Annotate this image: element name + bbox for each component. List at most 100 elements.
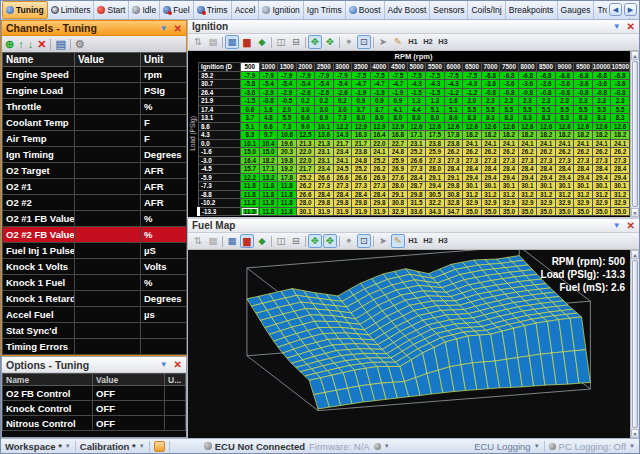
rpm-column-header[interactable]: 7500: [500, 63, 519, 72]
ignition-cell[interactable]: 8.3: [500, 114, 519, 123]
ignition-cell[interactable]: -7.5: [389, 71, 408, 80]
ignition-cell[interactable]: 26.2: [611, 148, 630, 157]
ignition-cell[interactable]: 12.2: [333, 122, 352, 131]
options-column-header[interactable]: Name: [3, 374, 93, 386]
channel-row[interactable]: Throttle%: [3, 99, 187, 115]
add-icon[interactable]: ⊕: [5, 38, 14, 50]
ignition-cell[interactable]: 28.7: [407, 182, 426, 191]
ignition-cell[interactable]: 27.3: [407, 165, 426, 174]
ignition-cell[interactable]: 23.8: [426, 139, 445, 148]
rpm-column-header[interactable]: 1500: [278, 63, 297, 72]
ignition-cell[interactable]: 18.2: [500, 131, 519, 140]
ignition-cell[interactable]: 13.6: [315, 131, 334, 140]
ignition-cell[interactable]: 24.1: [463, 139, 482, 148]
ignition-cell[interactable]: 12.6: [426, 122, 445, 131]
ignition-cell[interactable]: 6.6: [259, 122, 278, 131]
ignition-cell[interactable]: 30.1: [518, 182, 537, 191]
ignition-cell[interactable]: -6.8: [500, 71, 519, 80]
ignition-cell[interactable]: -4.3: [463, 80, 482, 89]
ignition-cell[interactable]: 24.1: [592, 139, 611, 148]
ignition-cell[interactable]: -3.6: [574, 80, 593, 89]
h2-button[interactable]: H2: [421, 234, 435, 248]
ignition-cell[interactable]: 35.0: [463, 207, 482, 216]
ignition-cell[interactable]: 26.2: [592, 148, 611, 157]
ignition-cell[interactable]: 26.6: [315, 173, 334, 182]
rpm-column-header[interactable]: 7000: [481, 63, 500, 72]
ignition-cell[interactable]: 2.3: [555, 97, 574, 106]
ignition-cell[interactable]: -1.9: [352, 88, 371, 97]
ignition-cell[interactable]: 14.3: [333, 131, 352, 140]
ignition-cell[interactable]: 31.2: [518, 190, 537, 199]
scroll-down-icon[interactable]: ▼: [631, 208, 639, 217]
ignition-cell[interactable]: 31.9: [333, 207, 352, 216]
ignition-cell[interactable]: 12.6: [463, 122, 482, 131]
option-row[interactable]: Knock ControlOFF: [3, 401, 186, 416]
ignition-cell[interactable]: 11.8: [259, 182, 278, 191]
load-row-header[interactable]: 0.0: [199, 139, 241, 148]
ignition-cell[interactable]: 21.3: [296, 139, 315, 148]
ignition-cell[interactable]: 24.1: [518, 139, 537, 148]
ignition-cell[interactable]: -7.5: [352, 71, 371, 80]
ignition-cell[interactable]: 9.0: [296, 122, 315, 131]
ignition-cell[interactable]: 27.3: [518, 156, 537, 165]
tab-ign-trims[interactable]: Ign Trims: [304, 1, 346, 19]
ignition-cell[interactable]: 1.6: [444, 97, 463, 106]
ignition-cell[interactable]: 5.5: [463, 105, 482, 114]
ignition-cell[interactable]: 26.6: [296, 190, 315, 199]
rpm-column-header[interactable]: 8500: [537, 63, 556, 72]
tab-coils-inj[interactable]: Coils/Inj: [468, 1, 505, 19]
ignition-cell[interactable]: 19.6: [278, 139, 297, 148]
scroll-down-icon[interactable]: ▼: [631, 429, 639, 438]
ignition-cell[interactable]: 26.6: [333, 173, 352, 182]
ignition-cell[interactable]: 29.8: [352, 199, 371, 208]
rpm-column-header[interactable]: 9500: [574, 63, 593, 72]
ignition-cell[interactable]: 17.1: [407, 131, 426, 140]
workspace-menu[interactable]: Workspace *▼: [5, 441, 71, 452]
ignition-cell[interactable]: -3.6: [481, 80, 500, 89]
ignition-cell[interactable]: 3.7: [370, 105, 389, 114]
load-row-header[interactable]: -3.0: [199, 156, 241, 165]
ignition-cell[interactable]: 25.2: [370, 156, 389, 165]
ignition-cell[interactable]: 5.5: [518, 105, 537, 114]
ignition-cell[interactable]: 35.0: [500, 207, 519, 216]
ignition-cell[interactable]: 30.1: [574, 182, 593, 191]
ignition-cell[interactable]: -3.6: [500, 80, 519, 89]
ignition-cell[interactable]: 11.8: [241, 199, 260, 208]
ignition-cell[interactable]: 12.6: [407, 122, 426, 131]
ignition-cell[interactable]: 24.1: [555, 139, 574, 148]
ignition-vertical-scrollbar[interactable]: ▲ ▼: [630, 51, 639, 217]
ignition-cell[interactable]: 2.3: [611, 97, 630, 106]
ignition-cell[interactable]: 32.9: [555, 199, 574, 208]
ignition-cell[interactable]: 12.6: [537, 122, 556, 131]
cursor-icon[interactable]: ➤: [376, 234, 390, 248]
ignition-cell[interactable]: 26.2: [500, 148, 519, 157]
ignition-cell[interactable]: 30.1: [463, 182, 482, 191]
chart-3d-icon[interactable]: ▆: [240, 35, 254, 49]
ignition-cell[interactable]: -1.2: [463, 88, 482, 97]
ignition-cell[interactable]: 16.4: [241, 156, 260, 165]
ignition-cell[interactable]: -7.9: [278, 71, 297, 80]
ignition-cell[interactable]: -1.5: [407, 88, 426, 97]
ignition-cell[interactable]: 27.3: [333, 182, 352, 191]
ignition-cell[interactable]: 18.2: [518, 131, 537, 140]
tab-fuel[interactable]: Fuel: [160, 1, 194, 19]
split-v-icon[interactable]: ◫: [274, 35, 288, 49]
ignition-cell[interactable]: 21.7: [352, 139, 371, 148]
ignition-cell[interactable]: 23.8: [444, 139, 463, 148]
ignition-cell[interactable]: 1.3: [426, 97, 445, 106]
ignition-cell[interactable]: 28.4: [352, 190, 371, 199]
ignition-cell[interactable]: 26.9: [370, 173, 389, 182]
ignition-cell[interactable]: 23.1: [315, 148, 334, 157]
ignition-cell[interactable]: -7.5: [370, 71, 389, 80]
ignition-cell[interactable]: 23.1: [315, 156, 334, 165]
ignition-cell[interactable]: 5.5: [555, 105, 574, 114]
channel-row[interactable]: Knock 1 RetardDegrees: [3, 291, 187, 307]
load-row-header[interactable]: 8.6: [199, 122, 241, 131]
rpm-column-header[interactable]: 6500: [463, 63, 482, 72]
ignition-map-grid[interactable]: Ignition (D50010001500200025003000350040…: [197, 62, 630, 216]
rpm-column-header[interactable]: 3000: [333, 63, 352, 72]
ignition-cell[interactable]: 24.8: [352, 156, 371, 165]
channel-row[interactable]: Stat Sync'd: [3, 323, 187, 339]
ignition-cell[interactable]: 7.3: [333, 114, 352, 123]
ignition-cell[interactable]: 5.1: [426, 105, 445, 114]
